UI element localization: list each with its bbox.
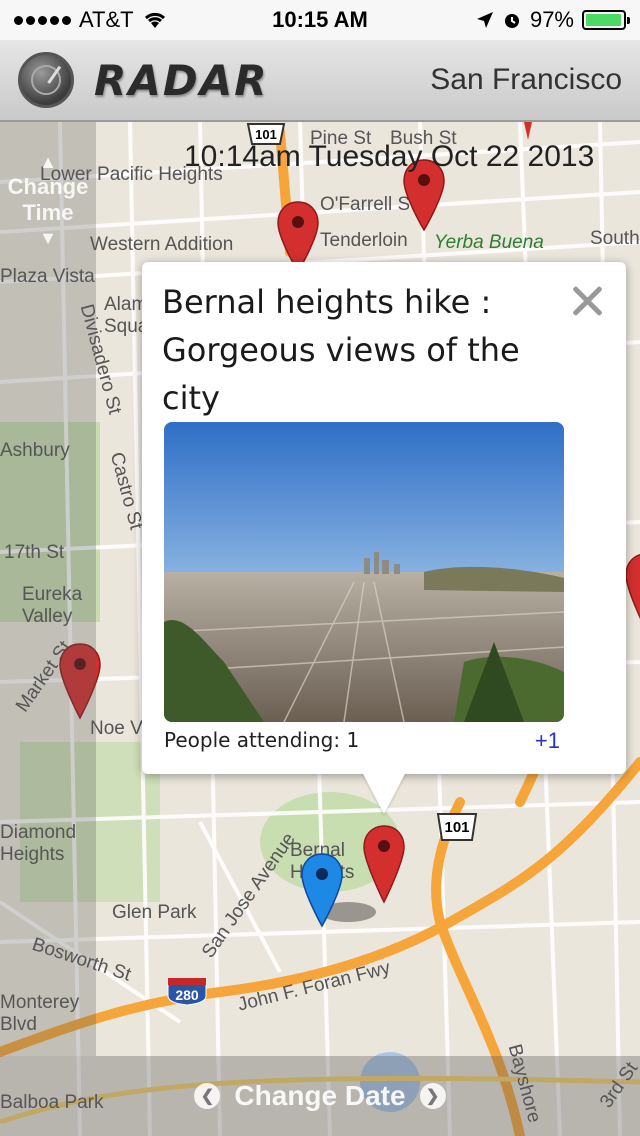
event-photo[interactable] — [164, 422, 564, 722]
next-date-icon[interactable]: ❯ — [419, 1083, 446, 1109]
map-label: Western Addition — [90, 234, 234, 255]
change-date-label[interactable]: Change Date — [234, 1080, 405, 1112]
change-time-label-2: Time — [22, 200, 74, 225]
svg-text:101: 101 — [444, 819, 469, 836]
date-control-bar: ❮ Change Date ❯ — [0, 1056, 640, 1136]
svg-text:280: 280 — [175, 987, 199, 1003]
event-popup: Bernal heights hike : Gorgeous views of … — [142, 262, 626, 774]
time-up-arrow-icon[interactable]: ▲ — [0, 150, 96, 174]
map-label: Glen Park — [112, 902, 197, 923]
close-icon[interactable] — [570, 284, 604, 318]
time-control-strip — [0, 122, 96, 1056]
wifi-icon — [144, 12, 165, 28]
map-label: South — [590, 228, 640, 249]
people-attending-label: People attending: 1 — [164, 728, 360, 752]
event-pin-icon[interactable] — [624, 552, 640, 632]
battery-percent: 97% — [529, 7, 574, 32]
change-time-label-1: Change — [7, 174, 89, 199]
previous-date-icon[interactable]: ❮ — [194, 1083, 221, 1109]
event-pin-icon[interactable] — [518, 122, 538, 142]
map-label: Yerba Buena — [434, 232, 544, 253]
hwy-101-shield-icon: 101 — [436, 813, 478, 841]
plus-one-button[interactable]: +1 — [535, 728, 560, 754]
map-label: Tenderloin — [320, 230, 408, 251]
popup-pointer — [362, 772, 406, 814]
battery-icon — [582, 10, 630, 30]
map-timestamp: 10:14am Tuesday Oct 22 2013 — [184, 140, 595, 173]
change-time-control[interactable]: ▲ Change Time ▼ — [0, 150, 96, 250]
status-bar: AT&T 10:15 AM 97% — [0, 0, 640, 40]
app-title: RADAR — [94, 55, 269, 105]
current-location-pin-icon — [301, 853, 376, 928]
radar-logo-icon — [18, 52, 74, 108]
app-header: RADAR San Francisco — [0, 40, 640, 122]
location-arrow-icon — [476, 12, 493, 28]
map-label: Alamo Square — [104, 294, 144, 337]
time-down-arrow-icon[interactable]: ▼ — [0, 226, 96, 250]
carrier-label: AT&T — [79, 7, 134, 32]
city-selector[interactable]: San Francisco — [430, 63, 622, 97]
alarm-clock-icon — [504, 14, 519, 28]
map-label: Noe Valley — [90, 718, 142, 739]
hwy-280-shield-icon: 280 — [167, 978, 207, 1006]
event-title: Bernal heights hike : Gorgeous views of … — [162, 283, 520, 417]
signal-strength-icon — [14, 15, 71, 25]
